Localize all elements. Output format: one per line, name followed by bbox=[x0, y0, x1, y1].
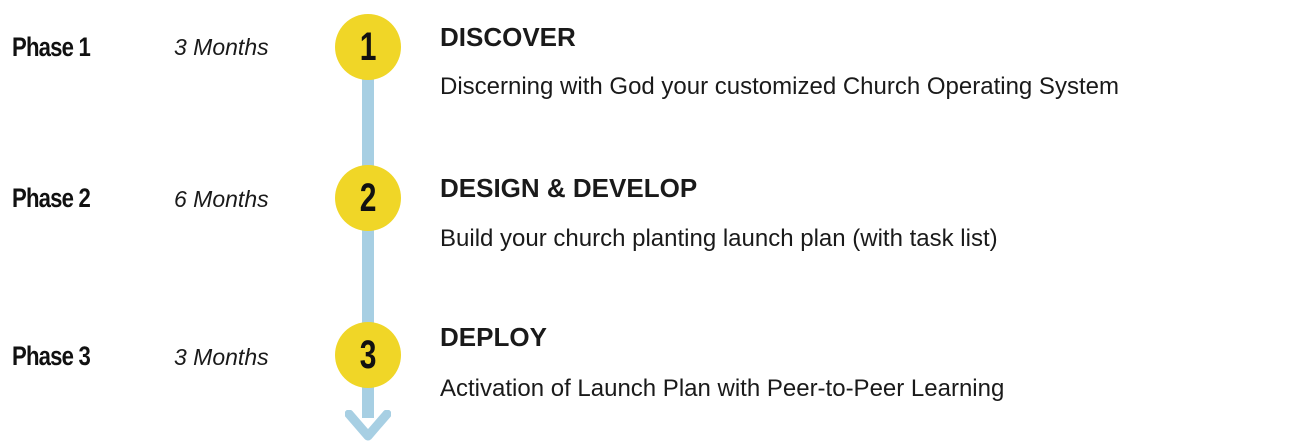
step-title: DESIGN & DEVELOP bbox=[440, 173, 698, 203]
phase-row-3: Phase 3 3 Months 3 DEPLOY Activation of … bbox=[0, 0, 1296, 402]
step-number: 2 bbox=[359, 176, 377, 220]
phase-duration: 3 Months bbox=[174, 344, 269, 370]
step-number: 3 bbox=[359, 333, 377, 377]
step-description: Activation of Launch Plan with Peer-to-P… bbox=[440, 375, 1005, 402]
step-number-circle: 2 bbox=[335, 165, 401, 231]
step-title: DEPLOY bbox=[440, 322, 547, 352]
phase-duration: 6 Months bbox=[174, 186, 269, 212]
arrow-down-icon bbox=[345, 410, 391, 441]
phase-label: Phase 3 bbox=[12, 341, 91, 371]
phase-label: Phase 2 bbox=[12, 183, 91, 213]
step-description: Build your church planting launch plan (… bbox=[440, 225, 998, 252]
step-number-circle: 3 bbox=[335, 322, 401, 388]
